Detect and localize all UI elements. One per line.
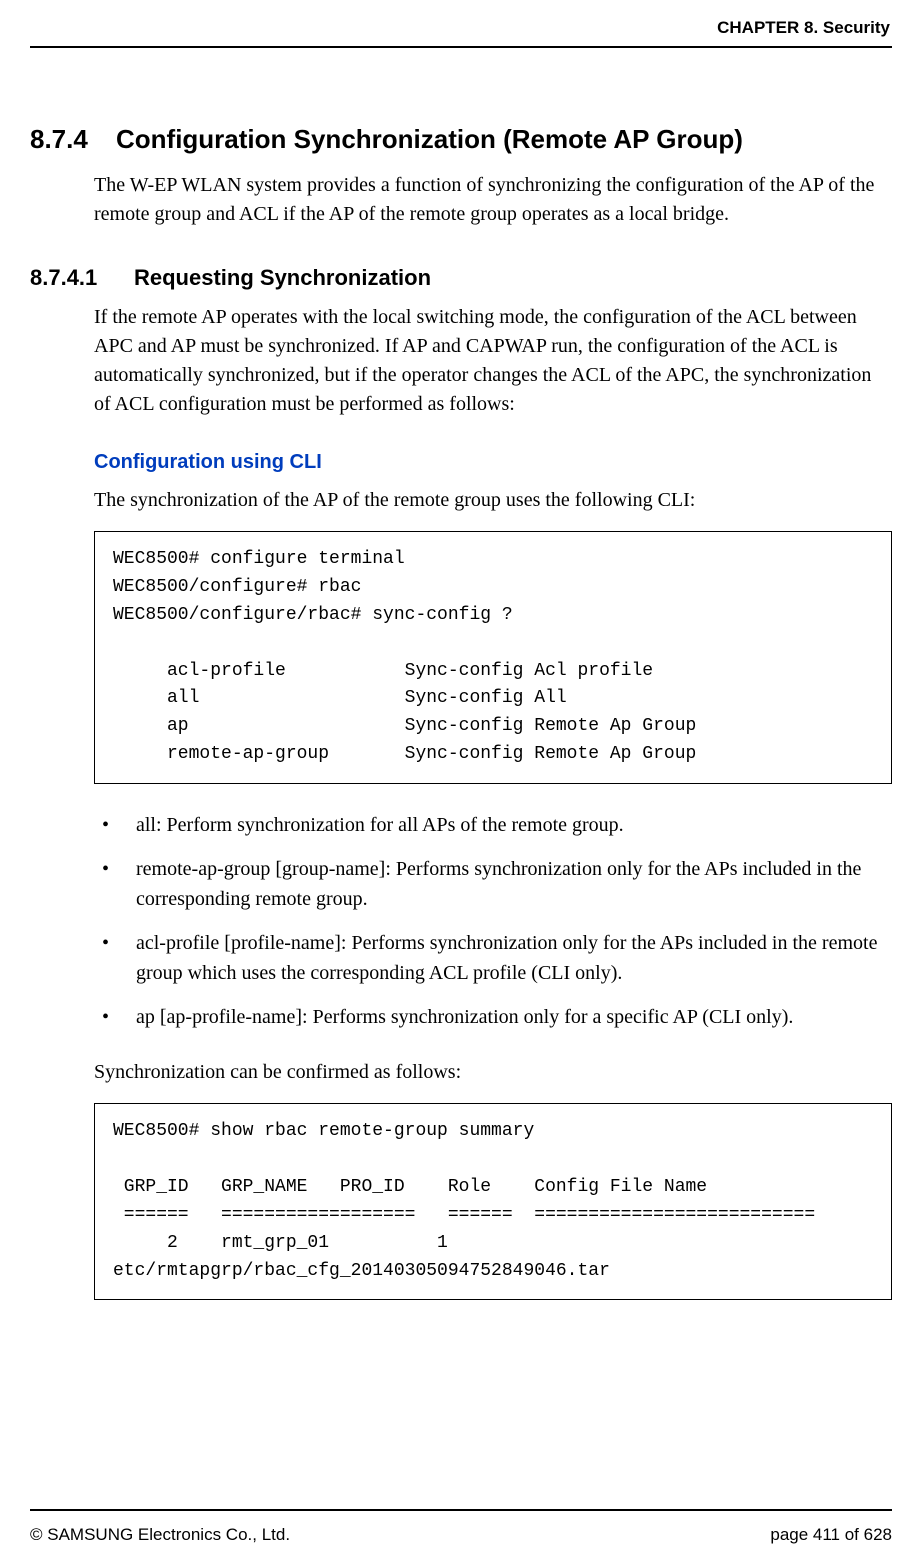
cli-heading: Configuration using CLI [94,451,892,474]
code-block-show-summary: WEC8500# show rbac remote-group summary … [94,1103,892,1300]
heading-8-7-4: 8.7.4 Configuration Synchronization (Rem… [30,124,892,155]
bullet-icon: • [94,854,136,914]
bullet-icon: • [94,1002,136,1032]
heading-title: Requesting Synchronization [134,265,431,291]
list-item-text: remote-ap-group [group-name]: Performs s… [136,854,892,914]
list-item-text: acl-profile [profile-name]: Performs syn… [136,928,892,988]
page: CHAPTER 8. Security 8.7.4 Configuration … [0,0,922,1565]
code-block-sync-config: WEC8500# configure terminal WEC8500/conf… [94,531,892,784]
list-item: • acl-profile [profile-name]: Performs s… [94,928,892,988]
list-item: • remote-ap-group [group-name]: Performs… [94,854,892,914]
copyright-text: © SAMSUNG Electronics Co., Ltd. [30,1525,290,1545]
list-item-text: ap [ap-profile-name]: Performs synchroni… [136,1002,892,1032]
section-body: The W-EP WLAN system provides a function… [94,171,892,229]
bullet-icon: • [94,810,136,840]
heading-number: 8.7.4.1 [30,265,134,291]
heading-8-7-4-1: 8.7.4.1 Requesting Synchronization [30,265,892,291]
list-item-text: all: Perform synchronization for all APs… [136,810,892,840]
page-footer: © SAMSUNG Electronics Co., Ltd. page 411… [30,1525,892,1545]
confirm-paragraph: Synchronization can be confirmed as foll… [94,1058,892,1087]
content: 8.7.4 Configuration Synchronization (Rem… [30,48,892,1300]
intro-paragraph: If the remote AP operates with the local… [94,303,892,419]
chapter-header: CHAPTER 8. Security [30,18,892,38]
heading-title: Configuration Synchronization (Remote AP… [116,124,743,155]
bullet-list: • all: Perform synchronization for all A… [94,810,892,1032]
list-item: • all: Perform synchronization for all A… [94,810,892,840]
page-number: page 411 of 628 [770,1525,892,1545]
footer-rule [30,1509,892,1511]
bullet-icon: • [94,928,136,988]
cli-intro: The synchronization of the AP of the rem… [94,486,892,515]
list-item: • ap [ap-profile-name]: Performs synchro… [94,1002,892,1032]
subsection-body: If the remote AP operates with the local… [94,303,892,1300]
heading-number: 8.7.4 [30,124,116,155]
intro-paragraph: The W-EP WLAN system provides a function… [94,171,892,229]
